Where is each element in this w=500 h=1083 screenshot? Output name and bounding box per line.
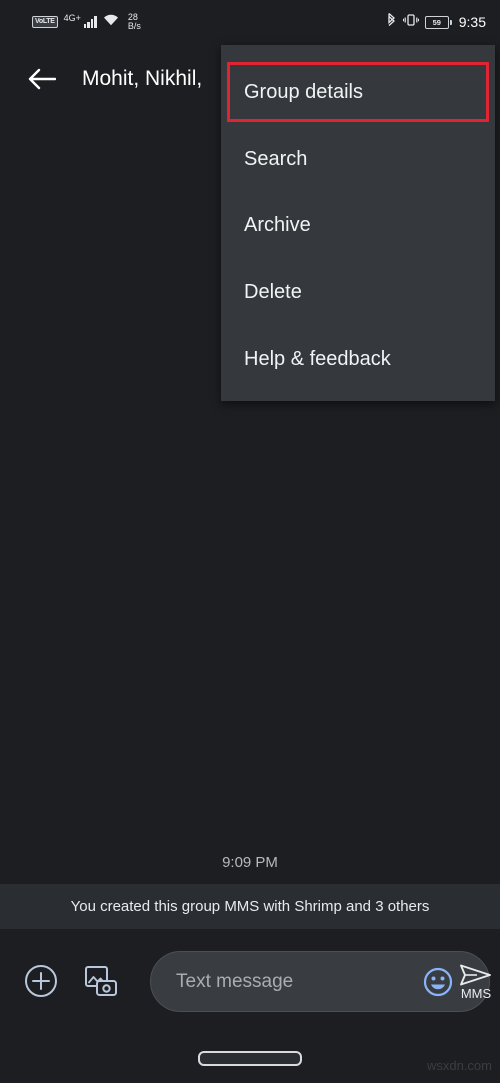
status-bar: VoLTE 4G+ 28 B/s 59 9:35: [0, 0, 500, 44]
menu-item-label: Group details: [244, 80, 363, 103]
system-message: You created this group MMS with Shrimp a…: [70, 898, 430, 915]
send-button[interactable]: MMS: [459, 962, 493, 1001]
system-navigation-bar: [0, 1033, 500, 1083]
bluetooth-icon: [386, 12, 397, 32]
plus-circle-icon: [25, 965, 57, 997]
back-button[interactable]: [14, 51, 70, 107]
menu-item-label: Search: [244, 147, 308, 170]
signal-bars-icon: [83, 16, 97, 28]
watermark-label: wsxdn.com: [426, 1058, 492, 1073]
overflow-menu: Group details Search Archive Delete Help…: [221, 45, 495, 401]
battery-icon: 59: [424, 15, 452, 29]
clock-label: 9:35: [458, 14, 486, 30]
home-gesture-pill[interactable]: [198, 1050, 302, 1066]
menu-item-label: Delete: [244, 280, 302, 303]
send-type-label: MMS: [460, 986, 492, 1001]
menu-item-group-details[interactable]: Group details: [221, 67, 495, 117]
data-speed-unit: B/s: [127, 21, 141, 31]
emoji-button[interactable]: [423, 964, 453, 1000]
emoji-smiley-icon: [423, 967, 453, 996]
page-title: Mohit, Nikhil,: [82, 67, 203, 90]
battery-percent-label: 59: [432, 17, 441, 27]
menu-item-label: Archive: [244, 213, 311, 236]
gallery-camera-button[interactable]: [78, 958, 124, 1004]
back-arrow-icon: [28, 68, 56, 90]
data-speed-indicator: 28 B/s: [128, 13, 141, 31]
menu-item-delete[interactable]: Delete: [221, 267, 495, 317]
message-timestamp: 9:09 PM: [222, 854, 278, 871]
vibrate-icon: [402, 13, 419, 32]
menu-item-search[interactable]: Search: [221, 134, 495, 184]
status-bar-left: VoLTE 4G+ 28 B/s: [32, 13, 141, 31]
message-input-pill[interactable]: MMS: [150, 951, 493, 1012]
add-attachment-button[interactable]: [18, 958, 64, 1004]
message-input[interactable]: [174, 969, 423, 994]
menu-item-label: Help & feedback: [244, 347, 391, 370]
status-bar-right: 59 9:35: [386, 12, 486, 32]
system-message-band: You created this group MMS with Shrimp a…: [0, 884, 500, 929]
menu-item-archive[interactable]: Archive: [221, 200, 495, 250]
network-type-label: 4G+: [63, 13, 81, 23]
volte-icon: VoLTE: [32, 16, 58, 28]
menu-item-help-feedback[interactable]: Help & feedback: [221, 334, 495, 384]
phone-screen: VoLTE 4G+ 28 B/s 59 9:35 Mohit, Nikhil, …: [0, 0, 500, 1083]
gallery-camera-icon: [85, 966, 117, 996]
send-arrow-icon: [460, 964, 491, 986]
wifi-icon: [103, 13, 119, 31]
